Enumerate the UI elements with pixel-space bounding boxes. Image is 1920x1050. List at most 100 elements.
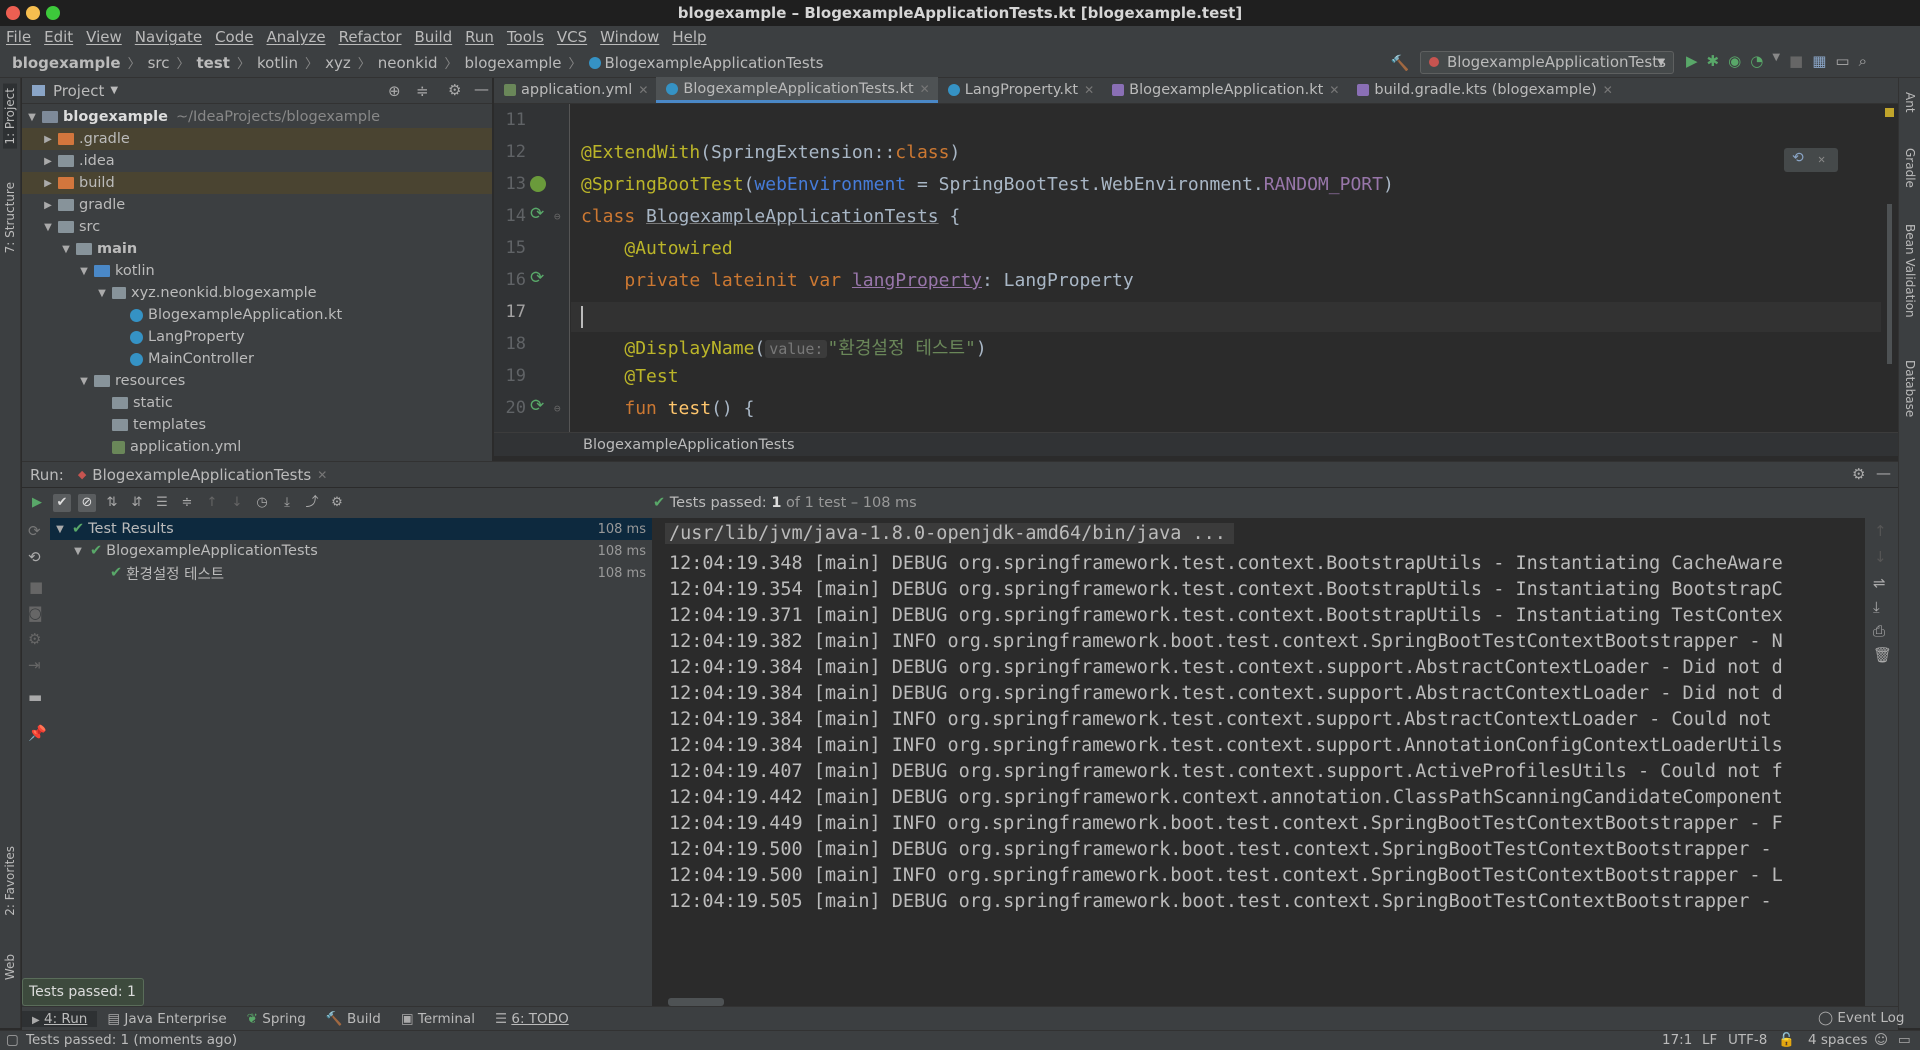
tab-todo[interactable]: ☰ 6: TODO xyxy=(485,1011,579,1027)
reload-gradle-icon[interactable]: ⟲ xyxy=(1792,150,1804,166)
inspector-icon[interactable]: ☺ xyxy=(1874,1031,1888,1050)
coverage-icon[interactable]: ◉ xyxy=(1728,52,1741,70)
gear-icon[interactable]: ⚙ xyxy=(448,81,461,99)
menu-view[interactable]: View xyxy=(86,28,122,46)
tree-item[interactable]: ▶ .idea xyxy=(22,150,492,172)
tab-event-log[interactable]: ◯ Event Log xyxy=(1808,1010,1914,1026)
indent-setting[interactable]: 4 spaces xyxy=(1808,1031,1868,1050)
expand-arrow-icon[interactable]: ▶ xyxy=(42,178,54,189)
code-editor[interactable]: @ExtendWith(SpringExtension::class) @Spr… xyxy=(571,104,1881,432)
chevron-down-icon[interactable]: ▼ xyxy=(110,85,118,96)
tests-passed-toast[interactable]: Tests passed: 1 xyxy=(22,978,144,1006)
close-window-icon[interactable] xyxy=(6,6,20,20)
run-configuration-select[interactable]: BlogexampleApplicationTests ▼ xyxy=(1420,51,1674,74)
expand-arrow-icon[interactable]: ▼ xyxy=(60,244,72,255)
menu-window[interactable]: Window xyxy=(600,28,659,46)
locate-icon[interactable]: ⊕ xyxy=(388,82,401,100)
menu-help[interactable]: Help xyxy=(672,28,706,46)
expand-arrow-icon[interactable]: ▶ xyxy=(42,134,54,145)
tree-item[interactable]: templates xyxy=(22,414,492,436)
more-run-icon[interactable]: ▼ xyxy=(1772,52,1780,70)
horizontal-scrollbar-thumb[interactable] xyxy=(668,998,724,1006)
tab-lang-property[interactable]: LangProperty.kt ✕ xyxy=(938,77,1102,103)
status-message[interactable]: Tests passed: 1 (moments ago) xyxy=(26,1031,237,1050)
exit-icon[interactable]: ⇥ xyxy=(28,656,41,674)
expand-arrow-icon[interactable]: ▼ xyxy=(78,376,90,387)
show-ignored-icon[interactable]: ⊘ xyxy=(78,494,96,512)
project-panel-title[interactable]: Project xyxy=(53,82,104,100)
camera-icon[interactable]: ◙ xyxy=(28,604,43,622)
tree-item[interactable]: BlogexampleApplication.kt xyxy=(22,304,492,326)
menu-analyze[interactable]: Analyze xyxy=(266,28,325,46)
tab-spring[interactable]: ❦ Spring xyxy=(237,1011,316,1027)
menu-navigate[interactable]: Navigate xyxy=(135,28,202,46)
export-tests-icon[interactable]: ⤴ xyxy=(303,494,321,512)
scroll-down-icon[interactable]: ↓ xyxy=(1874,548,1887,566)
tree-item[interactable]: ▼ resources xyxy=(22,370,492,392)
menu-run[interactable]: Run xyxy=(465,28,494,46)
tab-run[interactable]: ▶ 4: Run xyxy=(22,1010,98,1027)
menu-tools[interactable]: Tools xyxy=(507,28,544,46)
close-icon[interactable]: ✕ xyxy=(638,78,648,102)
scroll-to-end-icon[interactable]: ⤓ xyxy=(1873,598,1880,616)
gear-icon[interactable]: ⚙ xyxy=(328,494,346,512)
bean-validation-tool-tab[interactable]: Bean Validation xyxy=(1903,224,1917,318)
build-hammer-icon[interactable]: 🔨 xyxy=(1390,53,1410,73)
web-tool-tab[interactable]: Web xyxy=(3,954,17,980)
tab-application-yml[interactable]: application.yml ✕ xyxy=(494,77,656,103)
close-icon[interactable]: ✕ xyxy=(317,468,327,482)
editor-scrollbar[interactable] xyxy=(1881,104,1898,432)
expand-arrow-icon[interactable]: ▼ xyxy=(42,222,54,233)
test-history-icon[interactable]: ◷ xyxy=(253,494,271,512)
tree-item[interactable]: ▼ main xyxy=(22,238,492,260)
run-test-icon[interactable]: ⟳ xyxy=(530,396,544,416)
tree-item[interactable]: ▶ build xyxy=(22,172,492,194)
run-tab-label[interactable]: BlogexampleApplicationTests xyxy=(92,466,311,484)
collapse-all-icon[interactable]: ≑ xyxy=(416,82,429,100)
lock-icon[interactable]: 🔓 xyxy=(1778,1031,1795,1050)
tree-item[interactable]: ▼ xyz.neonkid.blogexample xyxy=(22,282,492,304)
gear-icon[interactable]: ⚙ xyxy=(1852,465,1865,483)
scroll-up-icon[interactable]: ↑ xyxy=(1874,522,1887,540)
maximize-window-icon[interactable] xyxy=(46,6,60,20)
breadcrumb-neonkid[interactable]: neonkid xyxy=(378,54,438,72)
menu-vcs[interactable]: VCS xyxy=(557,28,587,46)
stop-icon[interactable]: ■ xyxy=(1789,52,1803,70)
debug-icon[interactable]: ✱ xyxy=(1707,52,1720,70)
rerun-failed-icon[interactable]: ⟳ xyxy=(28,522,41,540)
import-tests-icon[interactable]: ⤓ xyxy=(278,494,296,512)
close-icon[interactable]: ✕ xyxy=(1329,78,1339,102)
memory-icon[interactable]: ▭ xyxy=(1898,1031,1911,1050)
tree-item[interactable]: ▶ .gradle xyxy=(22,128,492,150)
collapse-all-icon[interactable]: ≑ xyxy=(178,494,196,512)
close-icon[interactable]: ✕ xyxy=(1603,78,1613,102)
close-icon[interactable]: ✕ xyxy=(920,77,930,101)
tree-item[interactable]: LangProperty xyxy=(22,326,492,348)
breadcrumb-xyz[interactable]: xyz xyxy=(325,54,351,72)
tree-item[interactable]: MainController xyxy=(22,348,492,370)
soft-wrap-icon[interactable]: ⇌ xyxy=(1873,574,1886,592)
menu-edit[interactable]: Edit xyxy=(44,28,73,46)
minimize-window-icon[interactable] xyxy=(26,6,40,20)
file-encoding[interactable]: UTF-8 xyxy=(1728,1031,1767,1050)
toggle-auto-test-icon[interactable]: ⟲ xyxy=(28,548,41,566)
project-tool-tab[interactable]: 1: Project xyxy=(3,84,17,149)
breadcrumb-blogexample[interactable]: blogexample xyxy=(465,54,562,72)
spring-bean-icon[interactable] xyxy=(530,176,546,192)
sort-alpha-icon[interactable]: ⇅ xyxy=(103,494,121,512)
expand-arrow-icon[interactable]: ▼ xyxy=(54,524,66,535)
tab-java-enterprise[interactable]: ▤ Java Enterprise xyxy=(97,1011,236,1027)
expand-all-icon[interactable]: ☰ xyxy=(153,494,171,512)
inspection-warning-icon[interactable] xyxy=(1885,108,1894,117)
expand-arrow-icon[interactable]: ▶ xyxy=(42,200,54,211)
project-structure-icon[interactable]: ▦ xyxy=(1812,52,1826,70)
menu-file[interactable]: File xyxy=(6,28,31,46)
structure-tool-tab[interactable]: 7: Structure xyxy=(3,182,17,253)
tab-blogexample-application-tests[interactable]: BlogexampleApplicationTests.kt ✕ xyxy=(656,77,938,103)
sort-duration-icon[interactable]: ⇵ xyxy=(128,494,146,512)
expand-arrow-icon[interactable]: ▼ xyxy=(78,266,90,277)
pin-icon[interactable]: 📌 xyxy=(28,724,47,742)
tab-blogexample-application[interactable]: BlogexampleApplication.kt ✕ xyxy=(1102,77,1347,103)
settings-icon[interactable]: ⚙ xyxy=(28,630,41,648)
next-failed-icon[interactable]: ↓ xyxy=(228,494,246,512)
